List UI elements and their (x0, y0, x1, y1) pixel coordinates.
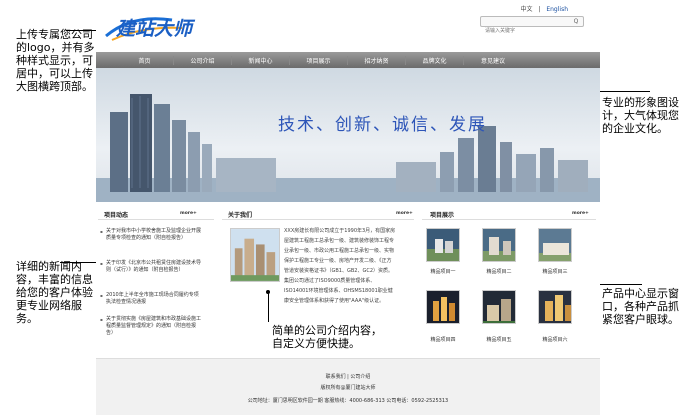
nav-item-news[interactable]: 新闻中心 (232, 55, 290, 65)
projects-more-link[interactable]: more+ (572, 211, 589, 216)
callout-about-text: 简单的公司介绍内容，自定义方便快捷。 (272, 324, 382, 350)
nav-item-jobs[interactable]: 招才纳贤 (348, 55, 406, 65)
callout-news-text: 详细的新闻内容，丰富的信息给您的客户体验更专业网络服务。 (16, 260, 93, 325)
project-thumb-image (427, 239, 459, 261)
project-thumb[interactable] (538, 290, 572, 324)
nav-item-home[interactable]: 首页 (116, 55, 174, 65)
about-title: 关于我们 (228, 212, 253, 219)
project-thumb[interactable] (426, 228, 460, 262)
banner-slogan: 技术、创新、诚信、发展 (278, 115, 487, 135)
nav-item-culture[interactable]: 品牌文化 (406, 55, 464, 65)
project-thumb[interactable] (482, 228, 516, 262)
project-label[interactable]: 精品项目二 (477, 268, 521, 275)
callout-about-dot (266, 290, 270, 294)
project-label[interactable]: 精品项目六 (533, 336, 577, 343)
logo-text: 建站大师 (115, 18, 196, 40)
website-template: 建站大师 中文 | English Q 首页 公司介绍 新闻中心 项目展示 招才… (96, 0, 600, 415)
lang-zh[interactable]: 中文 (520, 6, 532, 13)
hero-banner: 技术、创新、诚信、发展 (96, 68, 600, 202)
project-label[interactable]: 精品项目四 (421, 336, 465, 343)
site-logo[interactable]: 建站大师 (102, 6, 242, 46)
skyline-image (96, 94, 600, 202)
nav-item-projects[interactable]: 项目展示 (290, 55, 348, 65)
callout-products-text: 产品中心显示窗口，各种产品抓紧您客户眼球。 (602, 287, 679, 326)
news-item[interactable]: 关于贯彻实施《房屋建筑和市政基础设施工程质量监督管理规定》的通知（附自检报告） (100, 316, 202, 337)
projects-rule (422, 219, 596, 220)
project-thumb-image (545, 295, 571, 321)
search-box: Q (480, 16, 584, 36)
lang-en[interactable]: English (546, 6, 568, 13)
about-more-link[interactable]: more+ (396, 211, 413, 216)
about-text: XXX房建长有限公司成立于1990年3月，有国家房屋建筑工程施工总承包一级、建筑… (284, 228, 396, 304)
callout-products: 产品中心显示窗口，各种产品抓紧您客户眼球。 (602, 287, 688, 326)
callout-banner-text: 专业的形象图设计，大气体现您的企业文化。 (602, 96, 679, 135)
news-title: 项目动态 (104, 212, 129, 219)
main-nav: 首页 公司介绍 新闻中心 项目展示 招才纳贤 品牌文化 意见建议 (96, 52, 600, 68)
callout-banner: 专业的形象图设计，大气体现您的企业文化。 (602, 96, 688, 135)
lang-separator: | (538, 6, 541, 13)
news-item[interactable]: 关于印发《北京市公共租赁住房建设技术导则（试行）》的通知（附自检报告） (100, 260, 202, 274)
project-label[interactable]: 精品项目一 (421, 268, 465, 275)
project-thumb-image (483, 299, 515, 323)
project-thumb-image (539, 243, 571, 261)
callout-about-leader (268, 292, 269, 322)
project-label[interactable]: 精品项目三 (533, 268, 577, 275)
search-input[interactable] (481, 26, 567, 36)
callout-about: 简单的公司介绍内容，自定义方便快捷。 (272, 324, 390, 350)
header: 建站大师 中文 | English Q (96, 0, 600, 52)
project-label[interactable]: 精品项目五 (477, 336, 521, 343)
project-thumb-image (433, 297, 455, 321)
callout-logo-text: 上传专属您公司的logo，并有多种样式显示，可居中，可以上传大图横跨顶部。 (16, 28, 95, 93)
news-rule (98, 219, 214, 220)
about-image (230, 228, 280, 282)
search-icon[interactable]: Q (570, 17, 582, 26)
nav-item-feedback[interactable]: 意见建议 (464, 56, 522, 65)
footer-address: 公司地址：厦门思明区软件园一期 客服热线：4000-686-313 公司电话：0… (247, 398, 449, 404)
project-thumb[interactable] (482, 290, 516, 324)
footer: 联系我们 | 公司介绍 版权所有@厦门建站大师 公司地址：厦门思明区软件园一期 … (96, 358, 600, 415)
callout-news: 详细的新闻内容，丰富的信息给您的客户体验更专业网络服务。 (16, 260, 96, 325)
projects-title: 项目展示 (430, 212, 455, 219)
project-thumb[interactable] (538, 228, 572, 262)
language-switch: 中文 | English (518, 4, 570, 13)
nav-item-about[interactable]: 公司介绍 (174, 55, 232, 65)
footer-links[interactable]: 联系我们 | 公司介绍 (96, 373, 600, 380)
project-thumb[interactable] (426, 290, 460, 324)
project-thumb-image (483, 237, 515, 261)
news-item[interactable]: 2010年上半年全市施工现场合同履约专项执法检查情况通报 (100, 292, 202, 306)
about-rule (222, 219, 414, 220)
footer-copyright: 版权所有@厦门建站大师 (320, 385, 376, 391)
news-item[interactable]: 关于对我市中小学校舍施工及监理企业开展质量专项检查的通知（附自检报告） (100, 228, 202, 242)
news-more-link[interactable]: more+ (180, 211, 197, 216)
callout-logo: 上传专属您公司的logo，并有多种样式显示，可居中，可以上传大图横跨顶部。 (16, 28, 96, 93)
logo-graphic: 建站大师 (105, 17, 196, 41)
